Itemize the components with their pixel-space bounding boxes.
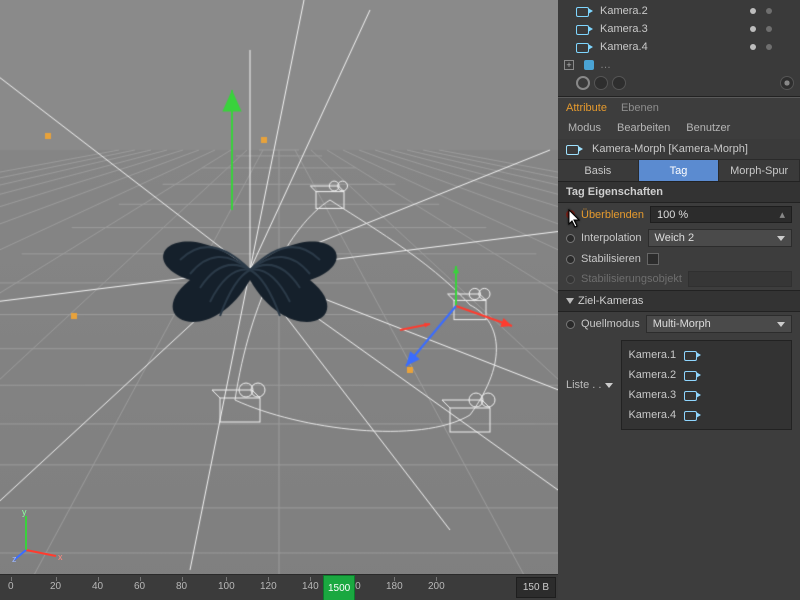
- tag-icon[interactable]: [594, 76, 608, 90]
- camera-name: Kamera.3: [628, 389, 676, 401]
- attribute-title-text: Kamera-Morph [Kamera-Morph]: [592, 143, 748, 155]
- menu-benutzer[interactable]: Benutzer: [686, 122, 730, 134]
- ueberblenden-input[interactable]: 100 % ▴: [650, 206, 792, 223]
- camera-icon: [576, 24, 594, 34]
- section-ziel-kameras[interactable]: Ziel-Kameras: [558, 290, 800, 312]
- timeline-tick: 60: [134, 581, 145, 592]
- camera-icon: [576, 42, 594, 52]
- menu-bearbeiten[interactable]: Bearbeiten: [617, 122, 670, 134]
- camera-list-item[interactable]: Kamera.1: [626, 345, 787, 365]
- tag-icon[interactable]: [780, 76, 794, 90]
- timeline-tick: 200: [428, 581, 445, 592]
- timeline-tick: 100: [218, 581, 235, 592]
- prop-stabilisieren: Stabilisieren: [558, 250, 800, 268]
- null-icon: [584, 60, 594, 70]
- attribute-title: Kamera-Morph [Kamera-Morph]: [558, 139, 800, 159]
- stabilisieren-checkbox[interactable]: [647, 253, 659, 265]
- keyframe-indicator-icon: [566, 275, 575, 284]
- camera-morph-icon: [566, 144, 584, 154]
- attribute-subtabs: Basis Tag Morph-Spur: [558, 159, 800, 181]
- camera-list-area: Liste . . Kamera.1Kamera.2Kamera.3Kamera…: [558, 336, 800, 430]
- tab-attribute[interactable]: Attribute: [566, 102, 607, 117]
- timeline[interactable]: 020406080100120140160180200 1500 150 B: [0, 574, 558, 600]
- interpolation-select[interactable]: Weich 2: [648, 229, 792, 247]
- object-row[interactable]: Kamera.2: [558, 2, 800, 20]
- tag-icon[interactable]: [576, 76, 590, 90]
- chevron-down-icon[interactable]: [605, 383, 613, 388]
- svg-text:x: x: [58, 552, 63, 562]
- prop-quellmodus: Quellmodus Multi-Morph: [558, 312, 800, 336]
- camera-icon: [684, 350, 702, 360]
- object-name: Kamera.4: [600, 41, 648, 53]
- camera-name: Kamera.4: [628, 409, 676, 421]
- object-row-collapsed[interactable]: + …: [558, 56, 800, 74]
- prop-label: Überblenden: [581, 209, 644, 221]
- stabilisierungsobjekt-field: [688, 271, 792, 287]
- prop-label: Quellmodus: [581, 318, 640, 330]
- object-name: Kamera.2: [600, 5, 648, 17]
- subtab-basis[interactable]: Basis: [558, 160, 639, 181]
- quellmodus-select[interactable]: Multi-Morph: [646, 315, 792, 333]
- timeline-tick: 180: [386, 581, 403, 592]
- timeline-tick: 120: [260, 581, 277, 592]
- object-name: Kamera.3: [600, 23, 648, 35]
- prop-label: Stabilisierungsobjekt: [581, 273, 682, 285]
- current-frame-display: 150 B: [516, 577, 556, 598]
- camera-list-item[interactable]: Kamera.2: [626, 365, 787, 385]
- 3d-viewport[interactable]: x y z 020406080100120140160180200 1500 1…: [0, 0, 558, 600]
- timeline-tick: 80: [176, 581, 187, 592]
- prop-label: Stabilisieren: [581, 253, 641, 265]
- keyframe-indicator-icon[interactable]: [566, 320, 575, 329]
- spinner-icon[interactable]: ▴: [779, 208, 785, 221]
- object-row[interactable]: Kamera.3: [558, 20, 800, 38]
- right-panel: Kamera.2 Kamera.3 Kamera.4 + … Attribute E…: [558, 0, 800, 600]
- camera-icon: [684, 370, 702, 380]
- camera-icon: [684, 410, 702, 420]
- object-row[interactable]: Kamera.4: [558, 38, 800, 56]
- camera-list-item[interactable]: Kamera.3: [626, 385, 787, 405]
- prop-interpolation: Interpolation Weich 2: [558, 226, 800, 250]
- menu-modus[interactable]: Modus: [568, 122, 601, 134]
- section-tag-eigenschaften: Tag Eigenschaften: [558, 181, 800, 203]
- disclosure-triangle-icon: [566, 298, 574, 304]
- playhead[interactable]: 1500: [323, 575, 355, 600]
- camera-list-item[interactable]: Kamera.4: [626, 405, 787, 425]
- timeline-tick: 0: [8, 581, 14, 592]
- camera-icon: [684, 390, 702, 400]
- object-name: …: [600, 59, 611, 71]
- tag-icon[interactable]: [612, 76, 626, 90]
- object-manager[interactable]: Kamera.2 Kamera.3 Kamera.4 + …: [558, 0, 800, 97]
- chevron-down-icon: [777, 236, 785, 241]
- camera-name: Kamera.1: [628, 349, 676, 361]
- liste-label: Liste . .: [566, 379, 601, 391]
- keyframe-indicator-icon[interactable]: [566, 210, 575, 219]
- subtab-morph[interactable]: Morph-Spur: [719, 160, 800, 181]
- keyframe-indicator-icon[interactable]: [566, 255, 575, 264]
- timeline-tick: 20: [50, 581, 61, 592]
- attribute-panel-header: Attribute Ebenen Modus Bearbeiten Benutz…: [558, 97, 800, 139]
- prop-stabilisierungsobjekt: Stabilisierungsobjekt: [558, 268, 800, 290]
- prop-ueberblenden: Überblenden 100 % ▴: [558, 203, 800, 226]
- camera-icon: [576, 6, 594, 16]
- axis-gizmo-icon: x y z: [12, 506, 68, 562]
- keyframe-indicator-icon[interactable]: [566, 234, 575, 243]
- timeline-tick: 140: [302, 581, 319, 592]
- subtab-tag[interactable]: Tag: [639, 160, 720, 181]
- timeline-tick: 40: [92, 581, 103, 592]
- svg-text:y: y: [22, 507, 27, 517]
- camera-list[interactable]: Kamera.1 Kamera.2 Kamera.3 Kamera.4: [621, 340, 792, 430]
- tag-strip[interactable]: [558, 74, 800, 92]
- camera-name: Kamera.2: [628, 369, 676, 381]
- prop-label: Interpolation: [581, 232, 642, 244]
- tab-ebenen[interactable]: Ebenen: [621, 102, 659, 117]
- svg-text:z: z: [12, 554, 17, 562]
- scene-canvas: [0, 0, 558, 600]
- expand-icon[interactable]: +: [564, 60, 574, 70]
- chevron-down-icon: [777, 322, 785, 327]
